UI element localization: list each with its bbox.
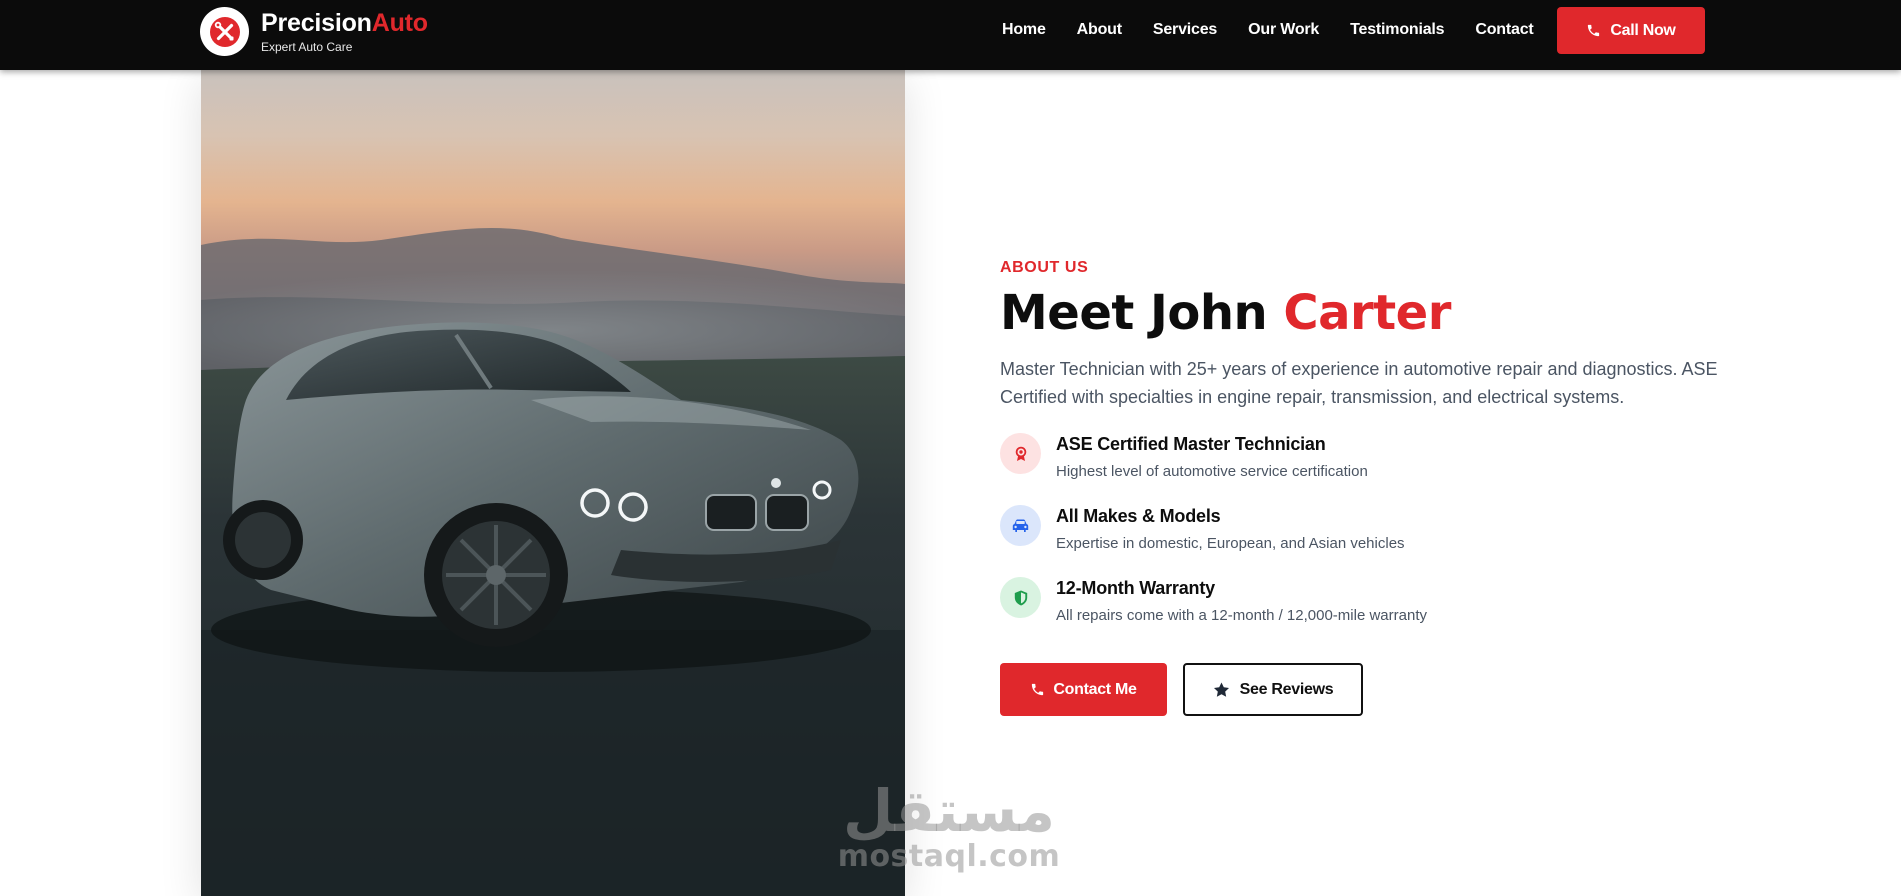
feature-item: All Makes & Models Expertise in domestic… — [1000, 505, 1720, 577]
nav-home[interactable]: Home — [1002, 21, 1046, 39]
brand-name: PrecisionAuto — [261, 9, 428, 37]
feature-list: ASE Certified Master Technician Highest … — [1000, 433, 1720, 649]
nav-our-work[interactable]: Our Work — [1248, 21, 1319, 39]
see-reviews-button[interactable]: See Reviews — [1183, 663, 1363, 716]
nav-testimonials[interactable]: Testimonials — [1350, 21, 1444, 39]
car-icon — [1000, 505, 1041, 546]
phone-icon — [1588, 24, 1600, 37]
contact-me-button[interactable]: Contact Me — [1000, 663, 1167, 716]
feature-subtitle: Highest level of automotive service cert… — [1056, 463, 1368, 480]
about-section: ABOUT US Meet John Carter Master Technic… — [1000, 259, 1720, 716]
star-icon — [1213, 682, 1229, 697]
logo[interactable]: PrecisionAuto Expert Auto Care — [200, 7, 428, 56]
feature-item: 12-Month Warranty All repairs come with … — [1000, 577, 1720, 649]
feature-item: ASE Certified Master Technician Highest … — [1000, 433, 1720, 505]
phone-icon — [1032, 683, 1044, 696]
watermark-latin: mostaql.com — [837, 839, 1061, 874]
watermark-arabic: مستقل — [842, 777, 1056, 845]
shield-icon — [1000, 577, 1041, 618]
main-nav: Home About Services Our Work Testimonial… — [1002, 0, 1534, 60]
call-now-button[interactable]: Call Now — [1557, 7, 1705, 54]
site-watermark: مستقل mostaql.com — [834, 780, 1064, 872]
tools-icon — [200, 7, 249, 56]
brand-tagline: Expert Auto Care — [261, 40, 353, 54]
section-title: Meet John Carter — [1000, 285, 1451, 341]
feature-title: All Makes & Models — [1056, 506, 1221, 526]
section-eyebrow: ABOUT US — [1000, 259, 1089, 276]
nav-about[interactable]: About — [1077, 21, 1122, 39]
section-description: Master Technician with 25+ years of expe… — [1000, 359, 1718, 407]
award-icon — [1000, 433, 1041, 474]
feature-title: 12-Month Warranty — [1056, 578, 1215, 598]
feature-title: ASE Certified Master Technician — [1056, 434, 1326, 454]
call-now-label: Call Now — [1610, 21, 1676, 39]
see-reviews-label: See Reviews — [1239, 680, 1334, 698]
feature-subtitle: Expertise in domestic, European, and Asi… — [1056, 535, 1405, 552]
site-header: PrecisionAuto Expert Auto Care Home Abou… — [0, 0, 1901, 70]
action-buttons: Contact Me See Reviews — [1000, 663, 1720, 716]
nav-services[interactable]: Services — [1153, 21, 1217, 39]
nav-contact[interactable]: Contact — [1475, 21, 1533, 39]
contact-me-label: Contact Me — [1053, 680, 1137, 698]
feature-subtitle: All repairs come with a 12-month / 12,00… — [1056, 607, 1427, 624]
sports-car-photo — [201, 70, 905, 896]
